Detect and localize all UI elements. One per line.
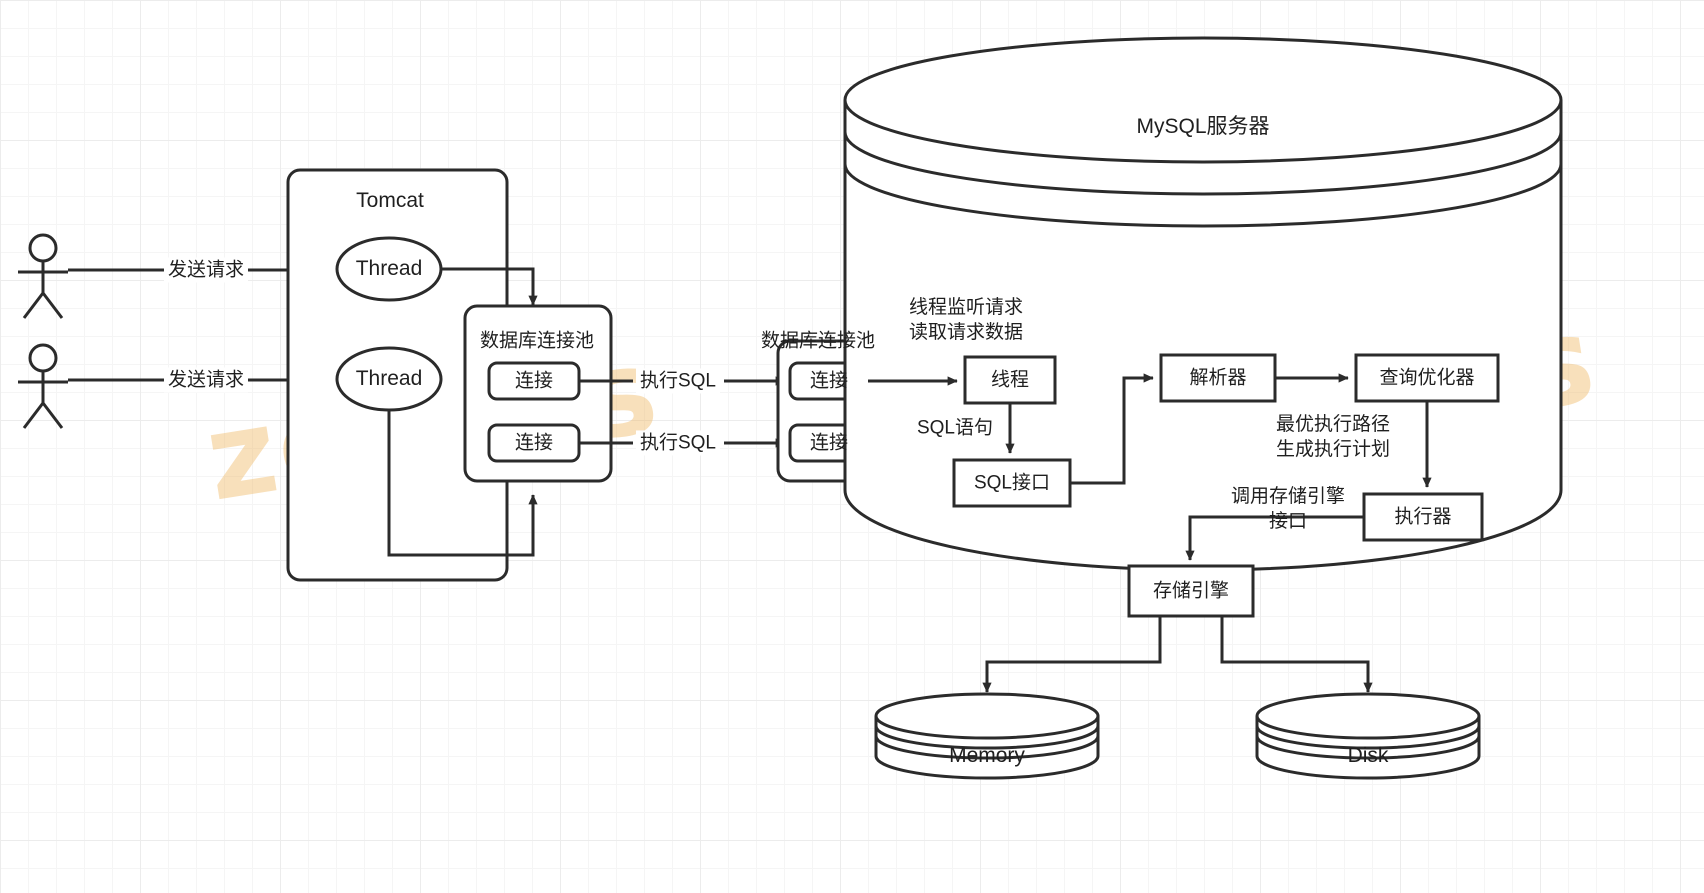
disk-cylinder xyxy=(1255,692,1481,780)
mysql-parser-box xyxy=(1159,353,1277,403)
thread2-oval xyxy=(335,346,443,412)
mysql-engine-box xyxy=(1127,564,1255,618)
actor-top-figure xyxy=(18,233,68,319)
mysql-server-cylinder xyxy=(843,36,1563,572)
actor-bottom-figure xyxy=(18,343,68,429)
diagram-vector-layer xyxy=(18,36,1563,780)
pool-app-conn-2 xyxy=(487,423,581,463)
edge-engine-disk xyxy=(1220,616,1373,693)
mysql-optimizer-box xyxy=(1354,353,1500,403)
memory-cylinder xyxy=(874,692,1100,780)
mysql-thread-box xyxy=(963,355,1057,405)
mysql-sqlapi-box xyxy=(952,458,1072,508)
pool-app-conn-1 xyxy=(487,361,581,401)
edge-engine-memory xyxy=(982,616,1162,693)
diagram-canvas: zerods zerods zerods xyxy=(0,0,1704,893)
mysql-executor-box xyxy=(1362,492,1484,542)
thread1-oval xyxy=(335,236,443,302)
